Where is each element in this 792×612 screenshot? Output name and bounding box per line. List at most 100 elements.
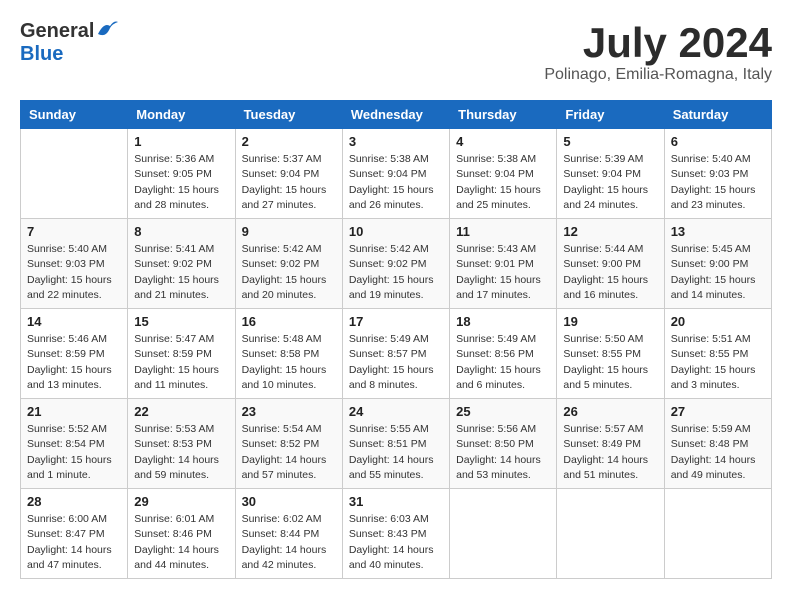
day-info: Sunrise: 5:40 AM Sunset: 9:03 PM Dayligh… bbox=[671, 152, 765, 213]
calendar-day-cell: 31 Sunrise: 6:03 AM Sunset: 8:43 PM Dayli… bbox=[342, 489, 449, 579]
day-number: 26 bbox=[563, 404, 657, 419]
day-info: Sunrise: 5:44 AM Sunset: 9:00 PM Dayligh… bbox=[563, 242, 657, 303]
day-number: 4 bbox=[456, 134, 550, 149]
calendar-day-cell: 16 Sunrise: 5:48 AM Sunset: 8:58 PM Dayli… bbox=[235, 309, 342, 399]
page-title: July 2024 bbox=[544, 20, 772, 66]
day-info: Sunrise: 5:59 AM Sunset: 8:48 PM Dayligh… bbox=[671, 422, 765, 483]
weekday-header-cell: Thursday bbox=[450, 101, 557, 129]
day-number: 9 bbox=[242, 224, 336, 239]
calendar-week-row: 21 Sunrise: 5:52 AM Sunset: 8:54 PM Dayli… bbox=[21, 399, 772, 489]
day-info: Sunrise: 5:38 AM Sunset: 9:04 PM Dayligh… bbox=[456, 152, 550, 213]
calendar-day-cell: 2Sunrise: 5:37 AM Sunset: 9:04 PM Daylig… bbox=[235, 129, 342, 219]
day-info: Sunrise: 5:55 AM Sunset: 8:51 PM Dayligh… bbox=[349, 422, 443, 483]
weekday-header-row: SundayMondayTuesdayWednesdayThursdayFrid… bbox=[21, 101, 772, 129]
day-info: Sunrise: 5:39 AM Sunset: 9:04 PM Dayligh… bbox=[563, 152, 657, 213]
day-info: Sunrise: 6:00 AM Sunset: 8:47 PM Dayligh… bbox=[27, 512, 121, 573]
calendar-day-cell bbox=[557, 489, 664, 579]
title-block: July 2024 Polinago, Emilia-Romagna, Ital… bbox=[544, 20, 772, 84]
day-number: 29 bbox=[134, 494, 228, 509]
page-header: General Blue July 2024 Polinago, Emilia-… bbox=[20, 20, 772, 84]
day-number: 5 bbox=[563, 134, 657, 149]
day-number: 8 bbox=[134, 224, 228, 239]
day-info: Sunrise: 5:43 AM Sunset: 9:01 PM Dayligh… bbox=[456, 242, 550, 303]
day-number: 17 bbox=[349, 314, 443, 329]
calendar-day-cell: 1Sunrise: 5:36 AM Sunset: 9:05 PM Daylig… bbox=[128, 129, 235, 219]
day-info: Sunrise: 5:53 AM Sunset: 8:53 PM Dayligh… bbox=[134, 422, 228, 483]
day-number: 27 bbox=[671, 404, 765, 419]
calendar-day-cell: 24 Sunrise: 5:55 AM Sunset: 8:51 PM Dayli… bbox=[342, 399, 449, 489]
calendar-day-cell: 4 Sunrise: 5:38 AM Sunset: 9:04 PM Daylig… bbox=[450, 129, 557, 219]
day-info: Sunrise: 5:57 AM Sunset: 8:49 PM Dayligh… bbox=[563, 422, 657, 483]
calendar-day-cell: 23 Sunrise: 5:54 AM Sunset: 8:52 PM Dayli… bbox=[235, 399, 342, 489]
calendar-day-cell: 18Sunrise: 5:49 AM Sunset: 8:56 PM Dayli… bbox=[450, 309, 557, 399]
calendar-day-cell: 29 Sunrise: 6:01 AM Sunset: 8:46 PM Dayli… bbox=[128, 489, 235, 579]
day-number: 2 bbox=[242, 134, 336, 149]
calendar-table: SundayMondayTuesdayWednesdayThursdayFrid… bbox=[20, 100, 772, 579]
calendar-day-cell: 21 Sunrise: 5:52 AM Sunset: 8:54 PM Dayli… bbox=[21, 399, 128, 489]
weekday-header-cell: Friday bbox=[557, 101, 664, 129]
day-info: Sunrise: 5:45 AM Sunset: 9:00 PM Dayligh… bbox=[671, 242, 765, 303]
day-number: 16 bbox=[242, 314, 336, 329]
day-number: 13 bbox=[671, 224, 765, 239]
day-number: 15 bbox=[134, 314, 228, 329]
weekday-header-cell: Wednesday bbox=[342, 101, 449, 129]
calendar-day-cell: 30Sunrise: 6:02 AM Sunset: 8:44 PM Dayli… bbox=[235, 489, 342, 579]
day-number: 24 bbox=[349, 404, 443, 419]
day-info: Sunrise: 5:42 AM Sunset: 9:02 PM Dayligh… bbox=[349, 242, 443, 303]
calendar-day-cell: 26 Sunrise: 5:57 AM Sunset: 8:49 PM Dayli… bbox=[557, 399, 664, 489]
day-info: Sunrise: 5:56 AM Sunset: 8:50 PM Dayligh… bbox=[456, 422, 550, 483]
calendar-day-cell: 19 Sunrise: 5:50 AM Sunset: 8:55 PM Dayli… bbox=[557, 309, 664, 399]
logo-blue-text: Blue bbox=[20, 43, 63, 66]
calendar-week-row: 1Sunrise: 5:36 AM Sunset: 9:05 PM Daylig… bbox=[21, 129, 772, 219]
day-info: Sunrise: 5:40 AM Sunset: 9:03 PM Dayligh… bbox=[27, 242, 121, 303]
day-info: Sunrise: 6:03 AM Sunset: 8:43 PM Dayligh… bbox=[349, 512, 443, 573]
day-info: Sunrise: 5:46 AM Sunset: 8:59 PM Dayligh… bbox=[27, 332, 121, 393]
day-number: 31 bbox=[349, 494, 443, 509]
day-number: 20 bbox=[671, 314, 765, 329]
calendar-day-cell: 3Sunrise: 5:38 AM Sunset: 9:04 PM Daylig… bbox=[342, 129, 449, 219]
calendar-week-row: 14 Sunrise: 5:46 AM Sunset: 8:59 PM Dayli… bbox=[21, 309, 772, 399]
day-info: Sunrise: 5:50 AM Sunset: 8:55 PM Dayligh… bbox=[563, 332, 657, 393]
calendar-day-cell: 15Sunrise: 5:47 AM Sunset: 8:59 PM Dayli… bbox=[128, 309, 235, 399]
page-subtitle: Polinago, Emilia-Romagna, Italy bbox=[544, 66, 772, 84]
day-info: Sunrise: 5:52 AM Sunset: 8:54 PM Dayligh… bbox=[27, 422, 121, 483]
day-number: 23 bbox=[242, 404, 336, 419]
calendar-week-row: 7 Sunrise: 5:40 AM Sunset: 9:03 PM Daylig… bbox=[21, 219, 772, 309]
calendar-day-cell bbox=[21, 129, 128, 219]
weekday-header-cell: Monday bbox=[128, 101, 235, 129]
calendar-day-cell: 20 Sunrise: 5:51 AM Sunset: 8:55 PM Dayli… bbox=[664, 309, 771, 399]
day-info: Sunrise: 5:36 AM Sunset: 9:05 PM Dayligh… bbox=[134, 152, 228, 213]
day-number: 22 bbox=[134, 404, 228, 419]
day-info: Sunrise: 5:38 AM Sunset: 9:04 PM Dayligh… bbox=[349, 152, 443, 213]
day-info: Sunrise: 5:49 AM Sunset: 8:57 PM Dayligh… bbox=[349, 332, 443, 393]
calendar-day-cell: 17 Sunrise: 5:49 AM Sunset: 8:57 PM Dayli… bbox=[342, 309, 449, 399]
calendar-day-cell: 13 Sunrise: 5:45 AM Sunset: 9:00 PM Dayli… bbox=[664, 219, 771, 309]
calendar-day-cell bbox=[450, 489, 557, 579]
day-number: 21 bbox=[27, 404, 121, 419]
day-number: 30 bbox=[242, 494, 336, 509]
day-number: 11 bbox=[456, 224, 550, 239]
calendar-day-cell: 12 Sunrise: 5:44 AM Sunset: 9:00 PM Dayli… bbox=[557, 219, 664, 309]
calendar-day-cell: 7 Sunrise: 5:40 AM Sunset: 9:03 PM Daylig… bbox=[21, 219, 128, 309]
day-number: 10 bbox=[349, 224, 443, 239]
day-number: 12 bbox=[563, 224, 657, 239]
logo: General Blue bbox=[20, 20, 118, 66]
calendar-week-row: 28 Sunrise: 6:00 AM Sunset: 8:47 PM Dayli… bbox=[21, 489, 772, 579]
day-info: Sunrise: 5:54 AM Sunset: 8:52 PM Dayligh… bbox=[242, 422, 336, 483]
day-info: Sunrise: 5:49 AM Sunset: 8:56 PM Dayligh… bbox=[456, 332, 550, 393]
weekday-header-cell: Saturday bbox=[664, 101, 771, 129]
day-info: Sunrise: 5:51 AM Sunset: 8:55 PM Dayligh… bbox=[671, 332, 765, 393]
day-info: Sunrise: 5:48 AM Sunset: 8:58 PM Dayligh… bbox=[242, 332, 336, 393]
weekday-header-cell: Sunday bbox=[21, 101, 128, 129]
day-number: 14 bbox=[27, 314, 121, 329]
day-info: Sunrise: 5:42 AM Sunset: 9:02 PM Dayligh… bbox=[242, 242, 336, 303]
day-info: Sunrise: 6:01 AM Sunset: 8:46 PM Dayligh… bbox=[134, 512, 228, 573]
day-number: 19 bbox=[563, 314, 657, 329]
day-number: 28 bbox=[27, 494, 121, 509]
calendar-day-cell: 8 Sunrise: 5:41 AM Sunset: 9:02 PM Daylig… bbox=[128, 219, 235, 309]
calendar-day-cell: 28 Sunrise: 6:00 AM Sunset: 8:47 PM Dayli… bbox=[21, 489, 128, 579]
day-info: Sunrise: 5:41 AM Sunset: 9:02 PM Dayligh… bbox=[134, 242, 228, 303]
day-number: 7 bbox=[27, 224, 121, 239]
day-number: 25 bbox=[456, 404, 550, 419]
calendar-day-cell: 6Sunrise: 5:40 AM Sunset: 9:03 PM Daylig… bbox=[664, 129, 771, 219]
